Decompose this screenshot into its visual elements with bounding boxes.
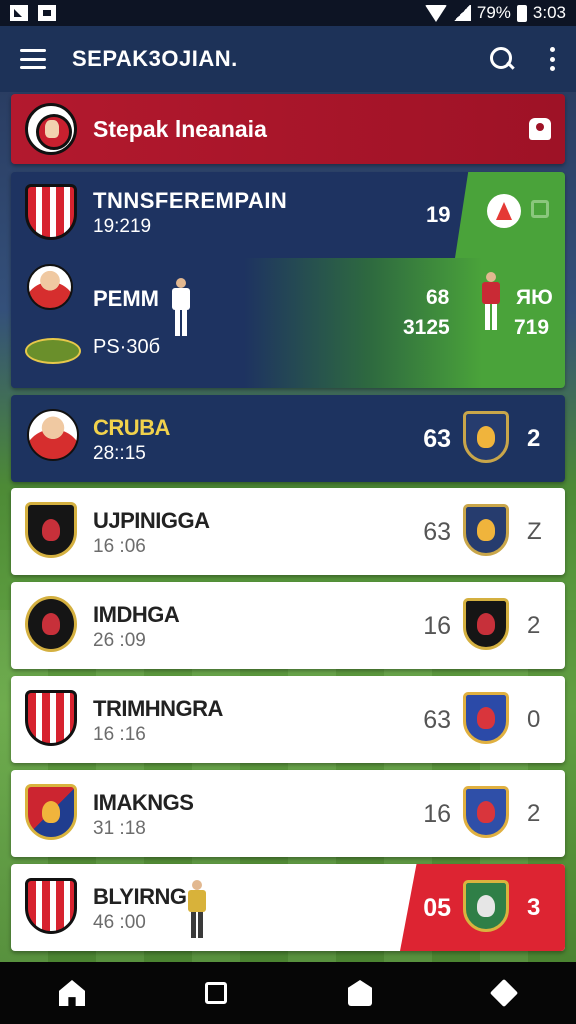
team-crest [25, 596, 77, 652]
team-name: IMAKNGS [93, 790, 194, 815]
app-bar: SEPAK3OJIAN. [0, 26, 576, 92]
battery-percent: 79% [476, 3, 511, 22]
opponent-crest [463, 880, 509, 932]
team-crest [25, 184, 77, 240]
match-row[interactable]: CRUBA 28::15 63 2 [11, 395, 565, 482]
opponent-crest [463, 598, 509, 650]
team-crest [25, 502, 77, 558]
match-result: 2 [527, 612, 541, 639]
player-code: PS·30б [93, 336, 161, 358]
swap-icon[interactable] [531, 200, 549, 218]
player-avatar [27, 264, 73, 310]
team-crest [25, 690, 77, 746]
league-header[interactable]: Stepak lneanaia [11, 94, 565, 164]
match-result: 3 [527, 894, 541, 921]
battery-icon [516, 4, 527, 22]
featured-transfer-card[interactable]: TNNSFEREMPAIN 19:219 19 PEMM PS·30б 68 3… [11, 172, 565, 388]
opponent-crest [463, 786, 509, 838]
team-name: UJPINIGGA [93, 508, 210, 533]
notification-bell-icon[interactable] [529, 118, 551, 140]
player-stat-1: 68 [426, 286, 450, 309]
status-time: 3:03 [532, 3, 566, 22]
match-row[interactable]: UJPINIGGA 16 :06 63 Z [11, 488, 565, 575]
match-result: Z [527, 518, 542, 545]
more-options-icon[interactable] [550, 47, 556, 71]
match-result: 0 [527, 706, 541, 733]
opponent-crest [463, 411, 509, 463]
team-name: TRIMHNGRA [93, 696, 223, 721]
featured-title: TNNSFEREMPAIN [93, 188, 288, 213]
team-name: CRUBA [93, 415, 170, 440]
match-score: 05 [423, 894, 451, 922]
notification-image-icon [10, 5, 28, 21]
featured-score: 19 [426, 202, 451, 227]
bottom-navigation [0, 962, 576, 1024]
trophy-badge [25, 338, 81, 364]
club-logo-icon [487, 194, 521, 228]
team-crest [25, 784, 77, 840]
wifi-icon [424, 4, 447, 22]
home-icon [59, 980, 85, 1006]
notification-photo-icon [38, 5, 56, 21]
match-row[interactable]: BLYIRNG 46 :00 05 3 [11, 864, 565, 951]
featured-time: 19:219 [93, 216, 152, 237]
match-score: 63 [423, 425, 451, 453]
player-figure-yellow [187, 880, 207, 940]
opponent-crest [463, 692, 509, 744]
player-name: PEMM [93, 286, 159, 311]
shield-icon [348, 980, 372, 1006]
match-score: 16 [423, 800, 451, 828]
match-time: 26 :09 [93, 630, 146, 651]
player-stat-4: 719 [514, 316, 550, 339]
nav-shield[interactable] [336, 969, 384, 1017]
match-score: 16 [423, 612, 451, 640]
status-bar: 79% 3:03 [0, 0, 576, 26]
match-time: 16 :16 [93, 724, 146, 745]
league-name: Stepak lneanaia [93, 115, 267, 142]
match-time: 16 :06 [93, 536, 146, 557]
match-result: 2 [527, 425, 541, 452]
opponent-crest [463, 504, 509, 556]
match-time: 31 :18 [93, 818, 146, 839]
nav-diamond[interactable] [480, 969, 528, 1017]
match-row[interactable]: IMAKNGS 31 :18 16 2 [11, 770, 565, 857]
player-stat-2: 3125 [403, 316, 450, 339]
player-figure-red [481, 272, 501, 332]
player-figure-white [171, 278, 191, 338]
nav-recents[interactable] [192, 969, 240, 1017]
square-icon [205, 982, 227, 1004]
menu-icon[interactable] [20, 49, 46, 69]
match-time: 28::15 [93, 443, 146, 464]
match-score: 63 [423, 518, 451, 546]
team-crest [25, 878, 77, 934]
match-score: 63 [423, 706, 451, 734]
diamond-icon [489, 978, 519, 1008]
match-row[interactable]: IMDHGA 26 :09 16 2 [11, 582, 565, 669]
league-logo [25, 103, 77, 155]
team-player-avatar [27, 409, 79, 461]
nav-home[interactable] [48, 969, 96, 1017]
match-result: 2 [527, 800, 541, 827]
signal-icon [452, 5, 471, 21]
team-name: BLYIRNG [93, 884, 187, 909]
player-stat-3: ЯЮ [516, 286, 553, 309]
search-icon[interactable] [488, 45, 516, 73]
team-name: IMDHGA [93, 602, 180, 627]
match-time: 46 :00 [93, 912, 146, 933]
match-row[interactable]: TRIMHNGRA 16 :16 63 0 [11, 676, 565, 763]
app-title: SEPAK3OJIAN. [72, 46, 238, 71]
